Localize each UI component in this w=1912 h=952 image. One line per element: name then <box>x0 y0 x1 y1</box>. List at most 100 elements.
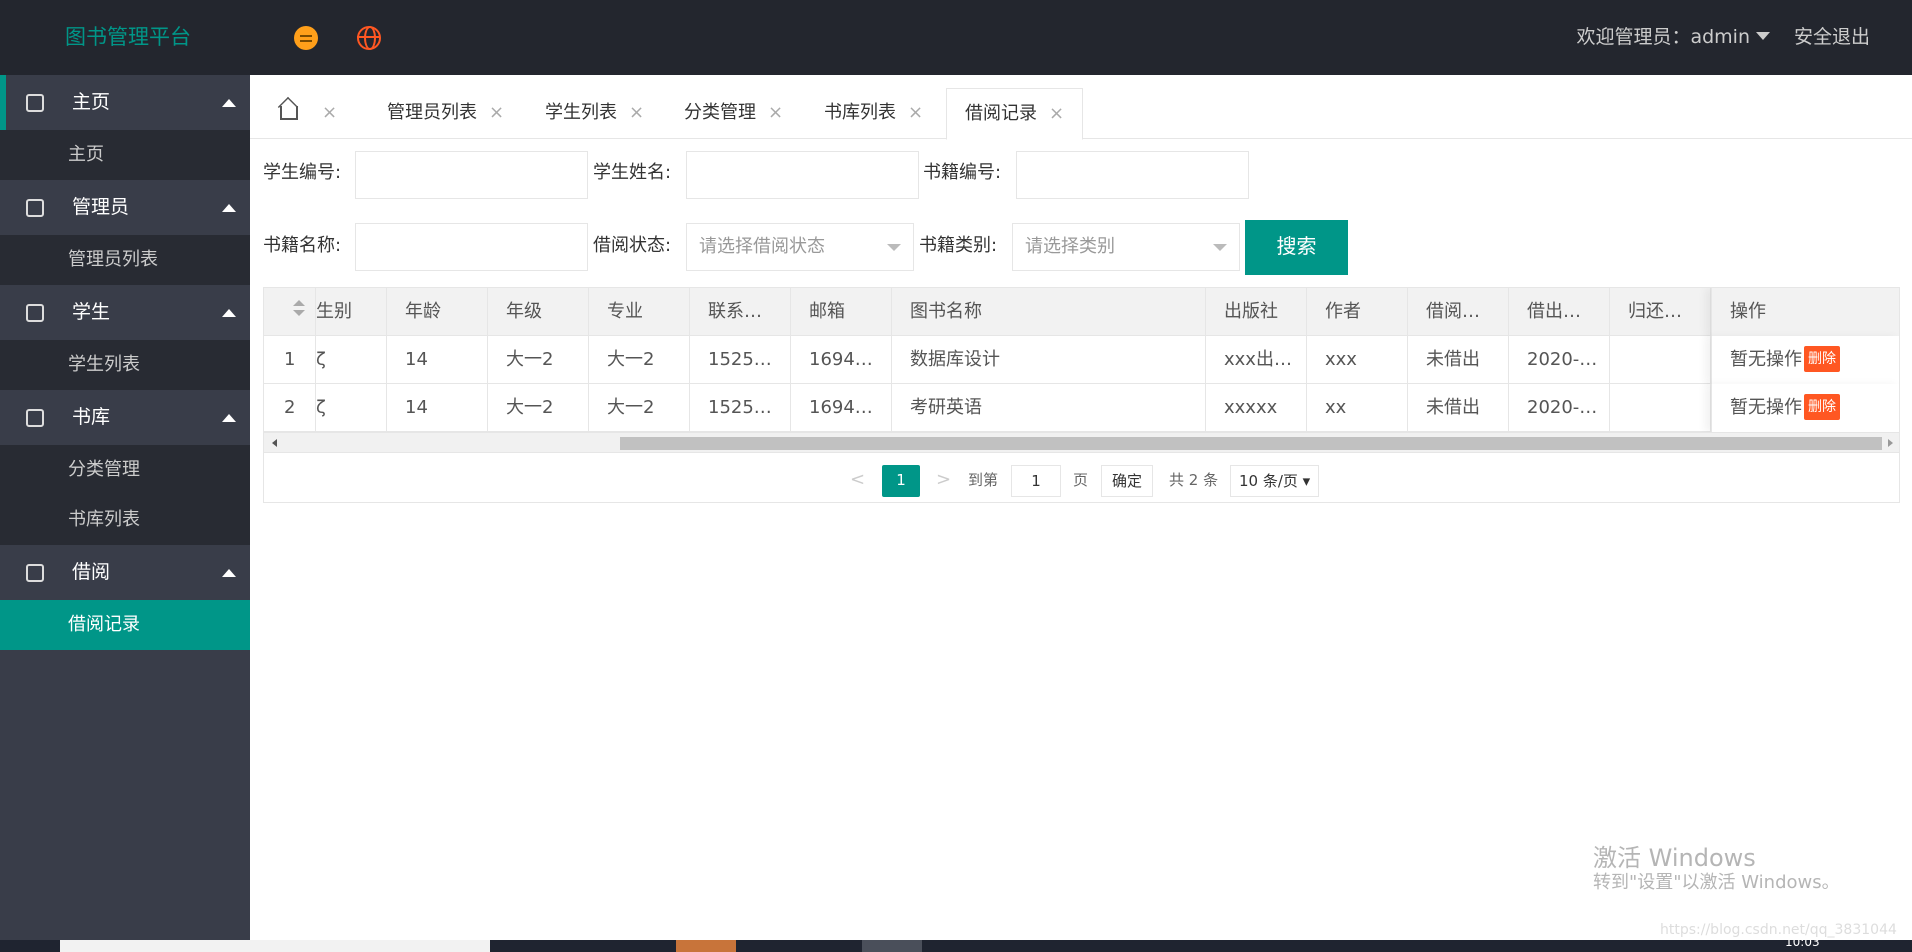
table-header-index[interactable] <box>264 288 316 336</box>
borrow-status-select[interactable]: 请选择借阅状态 <box>686 223 914 271</box>
category-label: 书籍类别: <box>919 235 998 256</box>
taskbar-search-box[interactable] <box>60 940 490 952</box>
row-author: xx <box>1307 384 1408 432</box>
pagination-prev[interactable]: < <box>850 465 865 497</box>
sidebar-group-label: 借阅 <box>72 561 111 583</box>
tab-borrow-records[interactable]: 借阅记录 × <box>946 88 1084 140</box>
tab-category[interactable]: 分类管理 × <box>684 88 783 140</box>
sidebar-group-library[interactable]: 书库 <box>0 390 250 445</box>
table-header-contact: 联系… <box>690 288 791 336</box>
chevron-up-icon <box>222 414 236 422</box>
operation-text: 暂无操作 <box>1730 397 1802 418</box>
tab-book-list[interactable]: 书库列表 × <box>824 88 923 140</box>
category-select[interactable]: 请选择类别 <box>1012 223 1240 271</box>
close-icon[interactable]: × <box>489 102 504 123</box>
taskbar-app-icon[interactable] <box>862 940 922 952</box>
sidebar-item-category[interactable]: 分类管理 <box>0 445 250 495</box>
scroll-right-icon[interactable] <box>1888 439 1893 447</box>
category-placeholder: 请选择类别 <box>1025 236 1115 257</box>
pagination-current-page[interactable]: 1 <box>882 465 920 497</box>
close-icon[interactable]: × <box>768 102 783 123</box>
taskbar-app-icon[interactable] <box>676 940 736 952</box>
user-label: 欢迎管理员：admin <box>1576 26 1750 48</box>
table-row: 2 ζ 14 大一2 大一2 1525… 1694… 考研英语 xxxxx xx… <box>264 384 1899 432</box>
chevron-down-icon <box>1756 32 1770 40</box>
table-header-book-name: 图书名称 <box>892 288 1206 336</box>
sidebar-group-label: 学生 <box>72 301 111 323</box>
student-id-input[interactable] <box>355 151 588 199</box>
sidebar-group-label: 书库 <box>72 406 111 428</box>
operation-text: 暂无操作 <box>1730 349 1802 370</box>
row-author: xxx <box>1307 336 1408 384</box>
delete-button[interactable]: 删除 <box>1804 394 1840 420</box>
sidebar-group-label: 主页 <box>72 91 111 113</box>
row-major: 大一2 <box>589 336 690 384</box>
goto-page-input[interactable]: 1 <box>1011 465 1061 497</box>
globe-icon[interactable] <box>357 26 381 50</box>
tab-bar: × 管理员列表 × 学生列表 × 分类管理 × 书库列表 × 借阅记录 × <box>250 75 1912 140</box>
book-name-label: 书籍名称: <box>263 235 342 256</box>
search-button[interactable]: 搜索 <box>1245 220 1348 275</box>
taskbar-clock[interactable]: 10:03 <box>1785 935 1820 949</box>
horizontal-scrollbar[interactable] <box>264 432 1899 452</box>
scrollbar-thumb[interactable] <box>620 437 1882 450</box>
page-unit-label: 页 <box>1073 471 1089 489</box>
chevron-up-icon <box>222 569 236 577</box>
row-email: 1694… <box>791 384 892 432</box>
sidebar-item-book-list[interactable]: 书库列表 <box>0 495 250 545</box>
logout-link[interactable]: 安全退出 <box>1794 0 1870 75</box>
sidebar-group-borrow[interactable]: 借阅 <box>0 545 250 600</box>
close-icon[interactable]: × <box>629 102 644 123</box>
tab-label: 借阅记录 <box>965 103 1037 124</box>
sidebar-item-student-list[interactable]: 学生列表 <box>0 340 250 390</box>
sidebar-group-home[interactable]: 主页 <box>0 75 250 130</box>
row-status: 未借出 <box>1408 336 1509 384</box>
row-age: 14 <box>387 336 488 384</box>
page-size-select[interactable]: 10 条/页 ▾ <box>1230 465 1320 497</box>
sidebar-item-borrow-records[interactable]: 借阅记录 <box>0 600 250 650</box>
row-contact: 1525… <box>690 336 791 384</box>
row-book-name: 数据库设计 <box>892 336 1206 384</box>
table-header-operation: 操作 <box>1711 288 1899 336</box>
row-operation: 暂无操作 删除 <box>1711 336 1899 384</box>
close-icon[interactable]: × <box>908 102 923 123</box>
close-icon[interactable]: × <box>1049 103 1064 124</box>
top-header: 图书管理平台 欢迎管理员：admin 安全退出 <box>0 0 1912 75</box>
student-name-input[interactable] <box>686 151 919 199</box>
close-icon[interactable]: × <box>322 102 337 123</box>
home-icon <box>26 94 44 112</box>
pagination-next[interactable]: > <box>936 465 951 497</box>
tab-label: 分类管理 <box>684 102 756 123</box>
user-icon <box>26 304 44 322</box>
activation-watermark-hint: 转到"设置"以激活 Windows。 <box>1593 872 1840 893</box>
user-menu[interactable]: 欢迎管理员：admin <box>1576 0 1770 75</box>
book-name-input[interactable] <box>355 223 588 271</box>
tab-home[interactable]: × <box>280 88 337 140</box>
student-id-label: 学生编号: <box>263 162 342 183</box>
row-publisher: xxxxx <box>1206 384 1307 432</box>
sidebar-group-student[interactable]: 学生 <box>0 285 250 340</box>
scroll-left-icon[interactable] <box>272 439 277 447</box>
goto-confirm-button[interactable]: 确定 <box>1101 465 1154 497</box>
sidebar-group-admin[interactable]: 管理员 <box>0 180 250 235</box>
row-major: 大一2 <box>589 384 690 432</box>
box-icon <box>26 409 44 427</box>
tab-student-list[interactable]: 学生列表 × <box>545 88 644 140</box>
table-header-age: 年龄 <box>387 288 488 336</box>
row-email: 1694… <box>791 336 892 384</box>
row-book-name: 考研英语 <box>892 384 1206 432</box>
tab-label: 学生列表 <box>545 102 617 123</box>
book-id-input[interactable] <box>1016 151 1249 199</box>
menu-icon[interactable] <box>294 26 318 50</box>
chevron-up-icon <box>222 309 236 317</box>
delete-button[interactable]: 删除 <box>1804 346 1840 372</box>
sidebar: 主页 主页 管理员 管理员列表 学生 学生列表 书库 分类管理 书库列表 借阅 … <box>0 75 250 952</box>
sidebar-item-admin-list[interactable]: 管理员列表 <box>0 235 250 285</box>
row-return-date <box>1610 384 1711 432</box>
table-header-row: 生别 年龄 年级 专业 联系… 邮箱 图书名称 出版社 作者 借阅… 借出… 归… <box>264 288 1899 336</box>
table-header-return-date: 归还… <box>1610 288 1711 336</box>
tab-admin-list[interactable]: 管理员列表 × <box>387 88 504 140</box>
table-header-publisher: 出版社 <box>1206 288 1307 336</box>
brand-title[interactable]: 图书管理平台 <box>65 0 191 75</box>
sidebar-item-home[interactable]: 主页 <box>0 130 250 180</box>
